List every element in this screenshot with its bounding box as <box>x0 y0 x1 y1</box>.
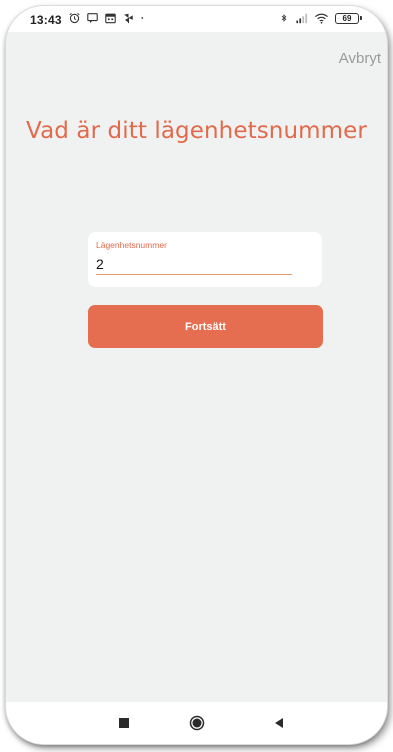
dot-icon <box>141 17 144 19</box>
phone-screen: 13:43 69 Avbryt Vad är ditt lägenhetsnum… <box>6 6 387 744</box>
recents-icon <box>119 718 129 728</box>
apartment-number-card: Lägenhetsnummer <box>88 232 322 287</box>
back-button[interactable] <box>269 713 289 733</box>
bluetooth-icon <box>281 14 287 22</box>
back-icon <box>275 718 283 728</box>
continue-button[interactable]: Fortsätt <box>88 305 323 348</box>
navigation-bar <box>6 702 387 744</box>
signal-icon <box>296 13 308 24</box>
status-bar: 13:43 69 <box>6 6 387 32</box>
chat-icon <box>87 13 98 24</box>
battery-icon: 69 <box>335 12 362 24</box>
calendar-icon <box>105 13 116 24</box>
recents-button[interactable] <box>114 713 134 733</box>
status-time: 13:43 <box>30 13 62 27</box>
apartment-number-input[interactable] <box>96 254 292 275</box>
pinwheel-icon <box>124 13 133 24</box>
wifi-icon <box>315 13 328 24</box>
apartment-number-label: Lägenhetsnummer <box>96 240 167 250</box>
battery-level: 69 <box>342 13 352 23</box>
alarm-icon <box>69 12 80 24</box>
status-right-icons: 69 <box>280 12 362 24</box>
home-icon <box>189 715 205 731</box>
page-title: Vad är ditt lägenhetsnummer <box>26 118 367 144</box>
home-button[interactable] <box>187 713 207 733</box>
status-left-icons <box>68 12 148 24</box>
cancel-button[interactable]: Avbryt <box>339 50 381 67</box>
